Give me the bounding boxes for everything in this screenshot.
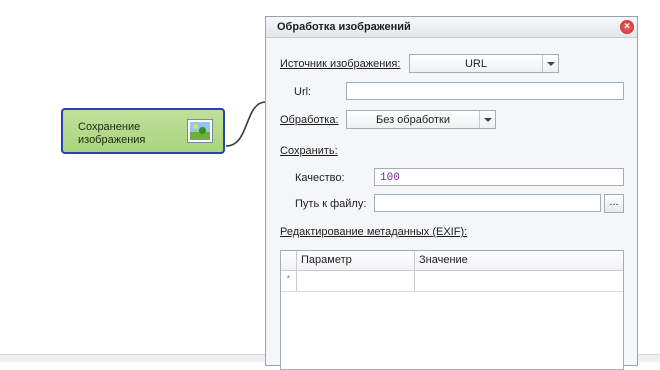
column-header-value[interactable]: Значение: [415, 251, 623, 270]
file-path-label: Путь к файлу:: [295, 198, 367, 210]
column-header-parameter[interactable]: Параметр: [297, 251, 415, 270]
quality-input[interactable]: 100: [374, 168, 624, 186]
processing-value: Без обработки: [375, 114, 451, 126]
new-row-marker: *: [281, 271, 297, 291]
chevron-down-icon[interactable]: [479, 111, 495, 128]
browse-button[interactable]: ...: [604, 194, 624, 213]
save-section-label: Сохранить:: [280, 145, 338, 157]
quality-label: Качество:: [295, 172, 345, 184]
image-source-label: Источник изображения:: [280, 58, 401, 70]
image-source-value: URL: [464, 58, 487, 70]
exif-section-label: Редактирование метаданных (EXIF):: [280, 226, 468, 238]
dialog-title: Обработка изображений: [277, 21, 411, 33]
image-icon: [187, 119, 213, 143]
exif-table-header: Параметр Значение: [281, 251, 623, 271]
chevron-down-icon[interactable]: [542, 55, 558, 72]
url-input[interactable]: [346, 82, 624, 100]
close-icon[interactable]: ×: [620, 20, 634, 34]
image-source-select[interactable]: URL: [409, 54, 559, 73]
processing-label: Обработка:: [280, 114, 339, 126]
url-label: Url:: [294, 86, 312, 98]
file-path-input[interactable]: [374, 194, 601, 212]
image-processing-dialog: Обработка изображений × Источник изображ…: [265, 16, 638, 370]
table-row-new[interactable]: *: [281, 271, 623, 292]
node-label: Сохранение изображения: [78, 121, 146, 146]
processing-select[interactable]: Без обработки: [346, 110, 496, 129]
parameter-cell[interactable]: [297, 271, 415, 291]
exif-table[interactable]: Параметр Значение *: [280, 250, 624, 370]
save-image-node[interactable]: Сохранение изображения: [61, 108, 225, 154]
row-indicator-header: [281, 251, 297, 270]
value-cell[interactable]: [415, 271, 623, 291]
dialog-titlebar[interactable]: Обработка изображений ×: [266, 17, 637, 38]
